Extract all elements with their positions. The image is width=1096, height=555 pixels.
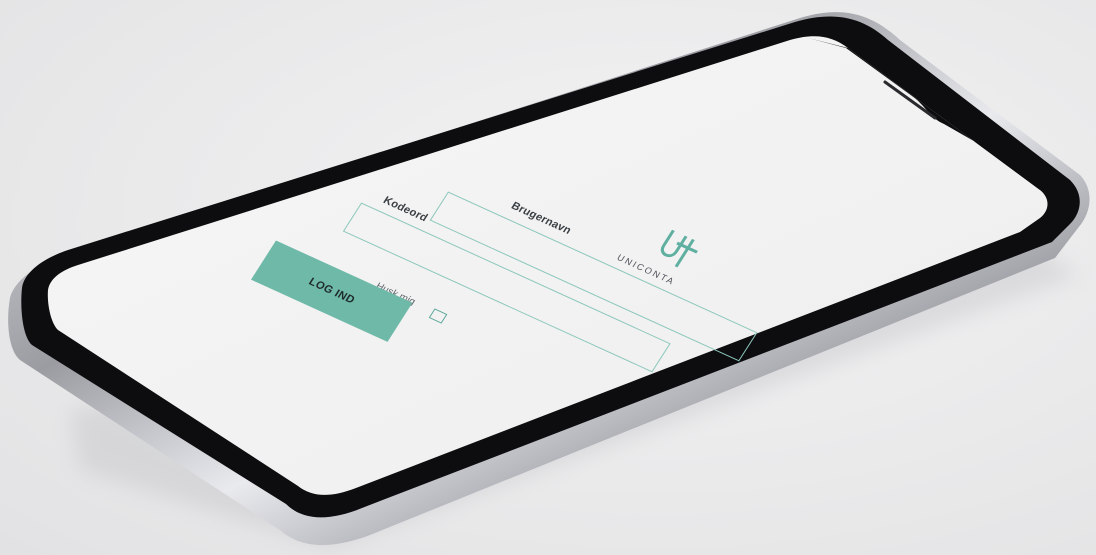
login-button[interactable]: LOG IND: [251, 240, 413, 342]
login-button-label: LOG IND: [306, 275, 358, 307]
remember-checkbox[interactable]: [428, 308, 448, 324]
